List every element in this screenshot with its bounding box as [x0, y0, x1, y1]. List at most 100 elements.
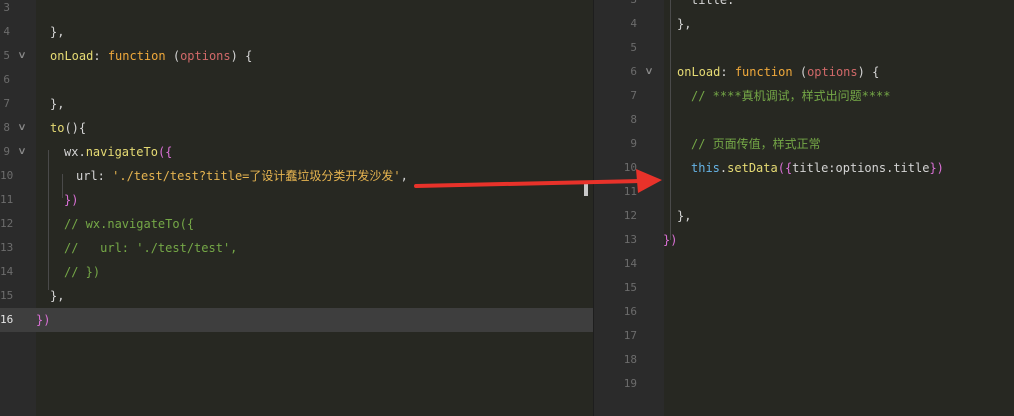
fold-chevron-icon[interactable]: ∨	[18, 44, 26, 68]
code-token: options	[180, 49, 231, 63]
code-line[interactable]: 19	[594, 372, 1014, 396]
code-line[interactable]: 7 // ****真机调试，样式出问题****	[594, 84, 1014, 108]
code-token: // })	[64, 265, 101, 279]
line-number: 6	[3, 73, 10, 86]
code-token: :	[720, 65, 735, 79]
code-text[interactable]: // ****真机调试，样式出问题****	[691, 84, 890, 108]
code-line[interactable]: 14 // })	[0, 260, 593, 284]
line-number: 11	[0, 193, 14, 206]
line-number: 13	[0, 241, 14, 254]
code-token: title:options.title	[792, 161, 930, 175]
code-token: to	[50, 121, 65, 135]
code-line[interactable]: 14	[594, 252, 1014, 276]
left-editor-pane[interactable]: 3 4}, 5 ∨ onLoad: function (options) { 6 7}, 8 ∨…	[0, 0, 593, 416]
code-token: })	[929, 161, 944, 175]
line-number: 13	[623, 233, 637, 246]
code-token: wx.	[64, 145, 86, 159]
code-line[interactable]: 10 this.setData({title:options.title})	[594, 156, 1014, 180]
line-number: 19	[623, 377, 637, 390]
code-token: })	[36, 313, 51, 327]
code-line[interactable]: 13})	[594, 228, 1014, 252]
code-line[interactable]: 7},	[0, 92, 593, 116]
code-text[interactable]: this.setData({title:options.title})	[691, 156, 944, 180]
code-token: onLoad	[677, 65, 721, 79]
line-number: 4	[630, 17, 637, 30]
code-token: },	[677, 17, 692, 31]
code-line[interactable]: 10 url: './test/test?title=了设计蠢垃圾分类开发沙发',	[0, 164, 593, 188]
code-line[interactable]: 9 ∨ wx.navigateTo({	[0, 140, 593, 164]
code-text[interactable]: wx.navigateTo({	[64, 140, 172, 164]
code-text[interactable]: },	[677, 204, 691, 228]
code-line[interactable]: 8	[594, 108, 1014, 132]
code-line[interactable]: 12 // wx.navigateTo({	[0, 212, 593, 236]
line-number: 16	[623, 305, 637, 318]
code-token: // wx.navigateTo({	[64, 217, 195, 231]
code-text[interactable]: to(){	[50, 116, 86, 140]
line-number: 3	[594, 0, 637, 12]
code-line[interactable]: 16})	[0, 308, 593, 332]
code-text[interactable]: },	[50, 20, 64, 44]
code-line[interactable]: 13 // url: './test/test',	[0, 236, 593, 260]
code-text[interactable]: },	[50, 284, 64, 308]
code-token: ({	[777, 161, 793, 175]
code-line[interactable]: 5 ∨ onLoad: function (options) {	[0, 44, 593, 68]
code-token: ) {	[230, 49, 253, 63]
right-editor-pane[interactable]: 3 title:'' 4}, 5 6 ∨ onLoad: function (options…	[593, 0, 1014, 416]
code-line[interactable]: 4},	[0, 20, 593, 44]
line-number: 15	[623, 281, 637, 294]
code-text[interactable]: // url: './test/test',	[64, 236, 237, 260]
line-number: 9	[3, 145, 10, 158]
code-line[interactable]: 11})	[0, 188, 593, 212]
line-number: 5	[630, 41, 637, 54]
line-number: 4	[3, 25, 10, 38]
code-text[interactable]: // })	[64, 260, 100, 284]
fold-chevron-icon[interactable]: ∨	[18, 140, 26, 164]
fold-chevron-icon[interactable]: ∨	[18, 116, 26, 140]
code-text[interactable]: url: './test/test?title=了设计蠢垃圾分类开发沙发',	[76, 164, 408, 188]
code-line[interactable]: 15	[594, 276, 1014, 300]
code-line[interactable]: 3	[0, 0, 593, 20]
code-token: function	[107, 49, 166, 63]
scrollbar-marker[interactable]	[584, 184, 588, 196]
line-number: 5	[3, 49, 10, 62]
code-token: })	[64, 193, 79, 207]
code-token: // ****真机调试，样式出问题****	[691, 89, 891, 103]
code-text[interactable]: },	[50, 92, 64, 116]
code-text[interactable]: })	[36, 308, 50, 332]
code-text[interactable]: title:''	[691, 0, 749, 12]
indent-guide	[48, 150, 49, 290]
line-number: 7	[3, 97, 10, 110]
code-text[interactable]: },	[677, 12, 691, 36]
code-token: onLoad	[50, 49, 94, 63]
code-line[interactable]: 12},	[594, 204, 1014, 228]
code-line[interactable]: 5	[594, 36, 1014, 60]
code-line[interactable]: 6 ∨ onLoad: function (options) {	[594, 60, 1014, 84]
code-text[interactable]: })	[64, 188, 78, 212]
code-line[interactable]: 15},	[0, 284, 593, 308]
code-token: this	[691, 161, 720, 175]
code-line[interactable]: 6	[0, 68, 593, 92]
code-token: // 页面传值，样式正常	[691, 137, 821, 151]
code-text[interactable]: // wx.navigateTo({	[64, 212, 194, 236]
code-text[interactable]: onLoad: function (options) {	[50, 44, 252, 68]
code-line[interactable]: 3 title:''	[594, 0, 1014, 12]
line-number: 8	[3, 121, 10, 134]
fold-chevron-icon[interactable]: ∨	[645, 60, 653, 84]
code-line[interactable]: 4},	[594, 12, 1014, 36]
code-line[interactable]: 11	[594, 180, 1014, 204]
line-number: 10	[623, 161, 637, 174]
line-number: 3	[3, 1, 10, 14]
code-line[interactable]: 8 ∨ to(){	[0, 116, 593, 140]
code-token: url:	[76, 169, 113, 183]
code-token: ,	[400, 169, 408, 183]
code-text[interactable]: // 页面传值，样式正常	[691, 132, 821, 156]
code-token: :	[93, 49, 108, 63]
code-line[interactable]: 17	[594, 324, 1014, 348]
line-number: 16	[0, 313, 14, 326]
code-line[interactable]: 16	[594, 300, 1014, 324]
code-text[interactable]: onLoad: function (options) {	[677, 60, 879, 84]
code-token: ) {	[857, 65, 880, 79]
code-line[interactable]: 9 // 页面传值，样式正常	[594, 132, 1014, 156]
code-line[interactable]: 18	[594, 348, 1014, 372]
line-number: 18	[623, 353, 637, 366]
